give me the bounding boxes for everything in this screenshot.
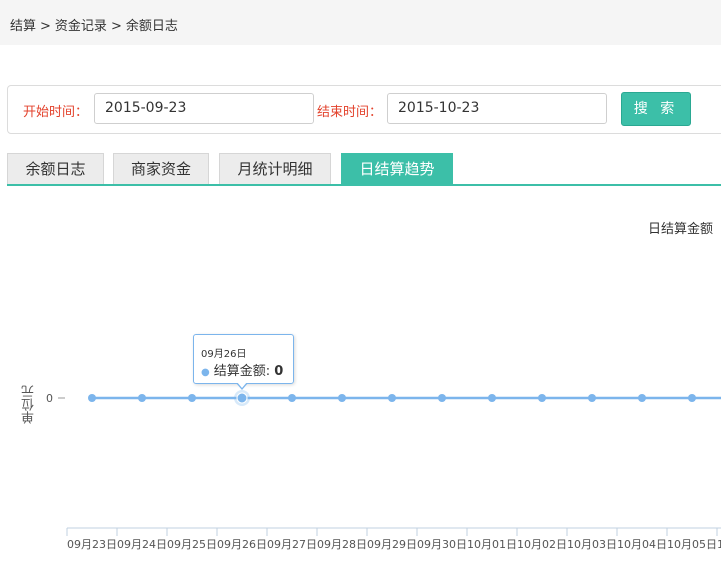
data-point (638, 394, 646, 402)
data-point (438, 394, 446, 402)
data-point (338, 394, 346, 402)
data-point (388, 394, 396, 402)
x-tick-label: 09月27日 (267, 538, 317, 551)
tooltip-date: 09月26日 (201, 349, 247, 360)
x-tick-label: 10月05日 (667, 538, 717, 551)
data-point (588, 394, 596, 402)
line-chart: 009月23日 09月24日 09月25日 09月26日 09月27日 09月28日 09月… (46, 390, 721, 551)
tooltip-arrow-inner (237, 382, 247, 388)
data-point (538, 394, 546, 402)
x-tick-label: 10月03日 (567, 538, 617, 551)
y-tick-label: 0 (46, 392, 53, 405)
x-tick-label: 10月02日 (517, 538, 567, 551)
data-point (488, 394, 496, 402)
x-tick-label: 09月29日 (367, 538, 417, 551)
chart-tooltip: 09月26日 ● 结算金额: 0 (193, 334, 294, 384)
data-point (288, 394, 296, 402)
x-tick-label: 09月26日 (217, 538, 267, 551)
x-tick-label: 09月23日 (67, 538, 117, 551)
data-point (188, 394, 196, 402)
data-point (138, 394, 146, 402)
series-dot-icon: ● (201, 367, 210, 378)
x-tick-label: 09月25日 (167, 538, 217, 551)
x-tick-label: 09月30日 (417, 538, 467, 551)
x-tick-label: 09月24日 (117, 538, 167, 551)
x-tick-label: 09月28日 (317, 538, 367, 551)
data-point (688, 394, 696, 402)
tooltip-series-name: 结算金额 (213, 364, 266, 379)
tooltip-value: 0 (274, 364, 284, 379)
x-tick-label: 10月01日 (467, 538, 517, 551)
data-point-hovered (236, 392, 248, 404)
x-tick-label: 10月04日 (617, 538, 667, 551)
data-point (88, 394, 96, 402)
tooltip-row: ● 结算金额: 0 (201, 364, 284, 379)
x-tick-label: 10月06日 (717, 538, 721, 551)
